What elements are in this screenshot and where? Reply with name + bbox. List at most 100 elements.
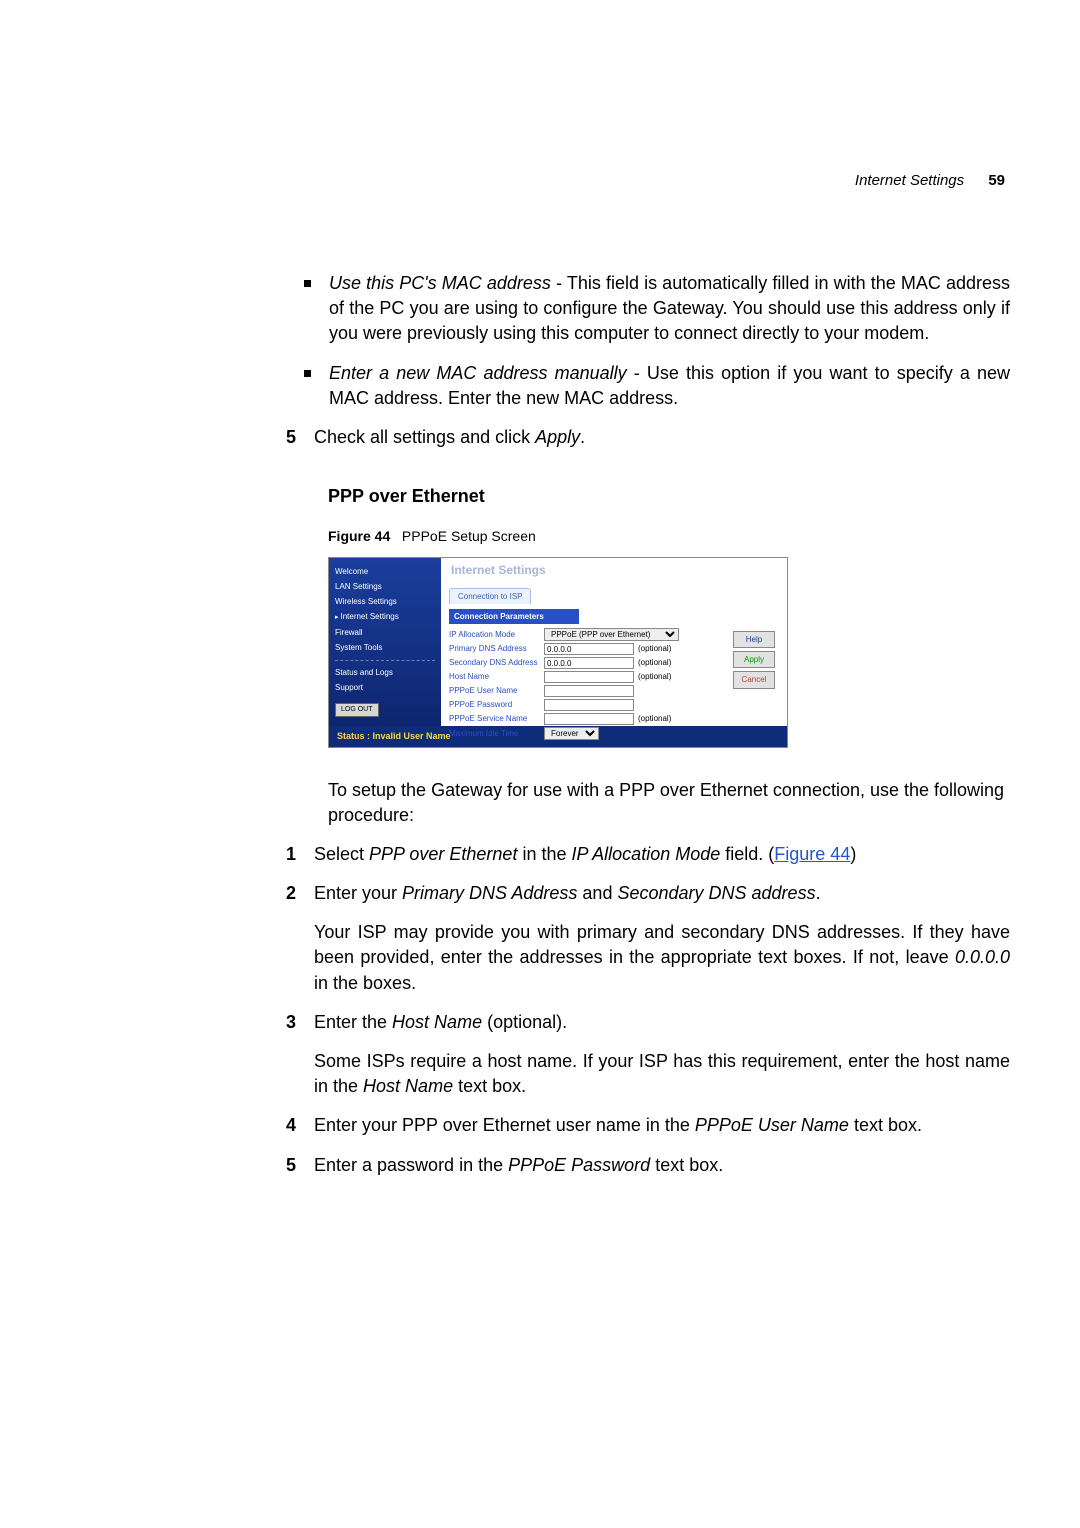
step-1: 1 Select PPP over Ethernet in the IP All… <box>272 842 1010 867</box>
figure-44-link[interactable]: Figure 44 <box>774 844 850 864</box>
text-italic: PPPoE Password <box>508 1155 650 1175</box>
text-part: Select <box>314 844 369 864</box>
label-max-idle: Maximum Idle Time <box>449 728 544 739</box>
bullet-icon <box>304 370 311 377</box>
label-pppoe-user: PPPoE User Name <box>449 685 544 696</box>
page-number: 59 <box>988 172 1005 189</box>
bullet-item: Enter a new MAC address manually - Use t… <box>304 361 1010 411</box>
text-part: text box. <box>849 1115 922 1135</box>
sidebar-separator <box>335 660 435 661</box>
pppoe-password-input[interactable] <box>544 699 634 711</box>
text-italic: Secondary DNS address <box>617 883 815 903</box>
bullet-icon <box>304 280 311 287</box>
text-italic: PPPoE User Name <box>695 1115 849 1135</box>
step-2: 2 Enter your Primary DNS Address and Sec… <box>272 881 1010 906</box>
figure-caption-text: PPPoE Setup Screen <box>402 528 536 544</box>
step-text: Enter a password in the PPPoE Password t… <box>314 1153 1010 1178</box>
text-part: Enter a password in the <box>314 1155 508 1175</box>
step-number: 5 <box>272 1153 296 1178</box>
text-part: Enter your <box>314 883 402 903</box>
sidebar-item-wireless[interactable]: Wireless Settings <box>335 594 435 609</box>
pppoe-service-input[interactable] <box>544 713 634 725</box>
figure-body: Welcome LAN Settings Wireless Settings I… <box>329 558 787 726</box>
bullet-item: Use this PC's MAC address - This field i… <box>304 271 1010 347</box>
text-italic: Primary DNS Address <box>402 883 577 903</box>
label-pppoe-service: PPPoE Service Name <box>449 713 544 724</box>
row-pppoe-pass: PPPoE Password <box>449 699 727 711</box>
tab-connection-to-isp[interactable]: Connection to ISP <box>449 588 531 604</box>
pppoe-username-input[interactable] <box>544 685 634 697</box>
text-part: ) <box>850 844 856 864</box>
ip-allocation-mode-select[interactable]: PPPoE (PPP over Ethernet) <box>544 628 679 641</box>
step-4: 4 Enter your PPP over Ethernet user name… <box>272 1113 1010 1138</box>
step-3-paragraph: Some ISPs require a host name. If your I… <box>314 1049 1010 1099</box>
text-part: . <box>580 427 585 447</box>
header-section-title: Internet Settings <box>855 172 964 189</box>
sidebar-item-support[interactable]: Support <box>335 680 435 695</box>
bullet-lead: Use this PC's MAC address <box>329 273 551 293</box>
label-secondary-dns: Secondary DNS Address <box>449 657 544 668</box>
text-part: field. ( <box>720 844 774 864</box>
primary-dns-input[interactable] <box>544 643 634 655</box>
step-2-paragraph: Your ISP may provide you with primary an… <box>314 920 1010 996</box>
step-number: 4 <box>272 1113 296 1138</box>
sidebar-item-systemtools[interactable]: System Tools <box>335 640 435 655</box>
after-figure-paragraph: To setup the Gateway for use with a PPP … <box>328 778 1010 828</box>
row-host-name: Host Name (optional) <box>449 671 727 683</box>
max-idle-select[interactable]: Forever <box>544 727 599 740</box>
text-italic: PPP over Ethernet <box>369 844 517 864</box>
sidebar-item-lan[interactable]: LAN Settings <box>335 579 435 594</box>
cancel-button[interactable]: Cancel <box>733 671 775 688</box>
row-ip-mode: IP Allocation Mode PPPoE (PPP over Ether… <box>449 628 727 641</box>
text-part: Your ISP may provide you with primary an… <box>314 922 1010 967</box>
text-part: Enter your PPP over Ethernet user name i… <box>314 1115 695 1135</box>
figure-number: Figure 44 <box>328 528 390 544</box>
step-number: 5 <box>272 425 296 450</box>
apply-button[interactable]: Apply <box>733 651 775 668</box>
step-text: Check all settings and click Apply. <box>314 425 1010 450</box>
step-text: Enter your Primary DNS Address and Secon… <box>314 881 1010 906</box>
text-part: in the boxes. <box>314 973 416 993</box>
running-header: Internet Settings 59 <box>280 170 1010 191</box>
help-button[interactable]: Help <box>733 631 775 648</box>
text-italic: 0.0.0.0 <box>955 947 1010 967</box>
figure-pppoe-screenshot: Welcome LAN Settings Wireless Settings I… <box>328 557 788 748</box>
host-name-input[interactable] <box>544 671 634 683</box>
fieldset-label: Connection Parameters <box>449 609 579 624</box>
row-pppoe-user: PPPoE User Name <box>449 685 727 697</box>
step-text: Enter your PPP over Ethernet user name i… <box>314 1113 1010 1138</box>
bullet-text: Use this PC's MAC address - This field i… <box>329 271 1010 347</box>
text-part: (optional). <box>482 1012 567 1032</box>
step-text: Select PPP over Ethernet in the IP Alloc… <box>314 842 1010 867</box>
text-part: Check all settings and click <box>314 427 535 447</box>
step-5-top: 5 Check all settings and click Apply. <box>272 425 1010 450</box>
text-part: text box. <box>650 1155 723 1175</box>
optional-label: (optional) <box>638 657 671 668</box>
sidebar-item-firewall[interactable]: Firewall <box>335 625 435 640</box>
figure-sidebar: Welcome LAN Settings Wireless Settings I… <box>329 558 441 726</box>
page-container: Internet Settings 59 Use this PC's MAC a… <box>0 0 1080 1262</box>
sidebar-item-welcome[interactable]: Welcome <box>335 564 435 579</box>
step-number: 2 <box>272 881 296 906</box>
label-pppoe-pass: PPPoE Password <box>449 699 544 710</box>
optional-label: (optional) <box>638 643 671 654</box>
figure-caption: Figure 44 PPPoE Setup Screen <box>328 527 1010 547</box>
bullet-lead: Enter a new MAC address manually <box>329 363 627 383</box>
sidebar-item-internet[interactable]: Internet Settings <box>335 609 435 625</box>
logout-button[interactable]: LOG OUT <box>335 703 379 717</box>
text-part: in the <box>517 844 571 864</box>
secondary-dns-input[interactable] <box>544 657 634 669</box>
row-primary-dns: Primary DNS Address (optional) <box>449 643 727 655</box>
sidebar-item-status[interactable]: Status and Logs <box>335 665 435 680</box>
label-ip-mode: IP Allocation Mode <box>449 629 544 640</box>
row-pppoe-service: PPPoE Service Name (optional) <box>449 713 727 725</box>
row-max-idle: Maximum Idle Time Forever <box>449 727 727 740</box>
step-number: 3 <box>272 1010 296 1035</box>
row-secondary-dns: Secondary DNS Address (optional) <box>449 657 727 669</box>
text-part: text box. <box>453 1076 526 1096</box>
text-part: and <box>577 883 617 903</box>
figure-main: Internet Settings Connection to ISP Conn… <box>441 558 787 726</box>
label-primary-dns: Primary DNS Address <box>449 643 544 654</box>
step-number: 1 <box>272 842 296 867</box>
step-text: Enter the Host Name (optional). <box>314 1010 1010 1035</box>
